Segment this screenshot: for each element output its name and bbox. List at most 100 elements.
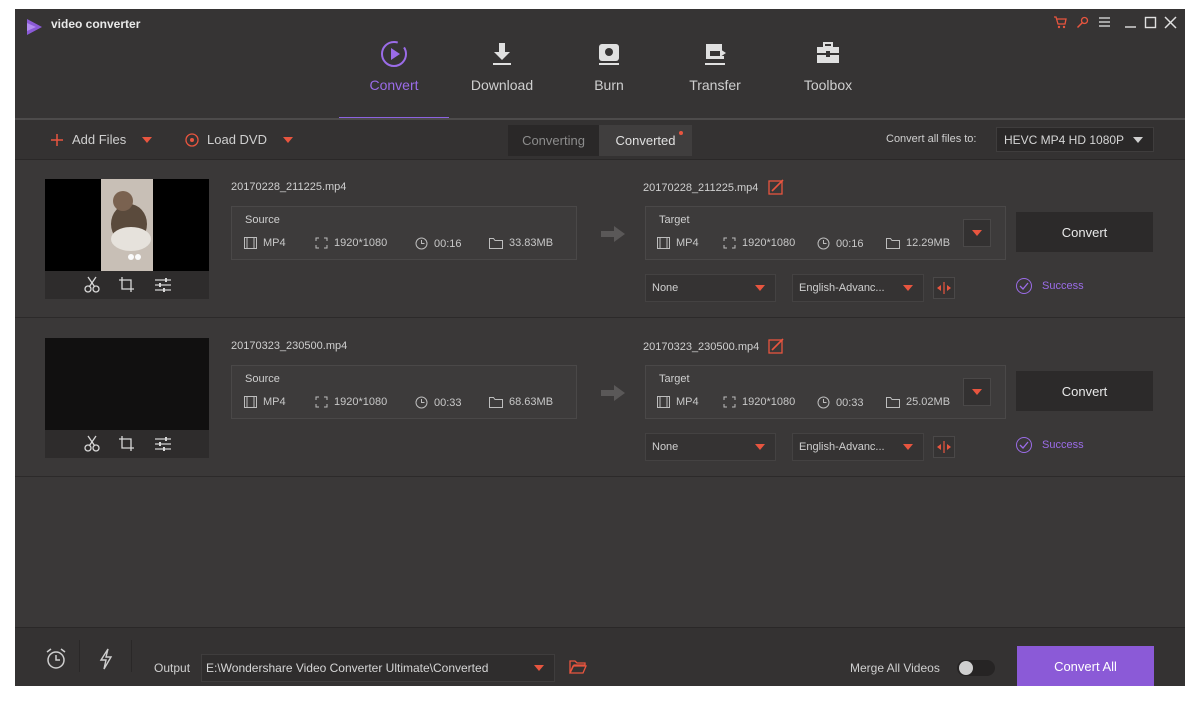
target-title: Target — [659, 373, 690, 385]
source-resolution-value: 1920*1080 — [334, 237, 388, 249]
target-filename: 20170323_230500.mp4 — [643, 341, 760, 353]
video-thumbnail[interactable] — [45, 338, 209, 458]
chevron-down-icon — [755, 444, 765, 450]
clock-icon — [415, 396, 428, 409]
arrow-right-icon — [601, 385, 625, 401]
app-logo-icon — [27, 19, 42, 35]
nav-label: Toolbox — [803, 77, 853, 93]
target-size: 12.29MB — [886, 237, 950, 249]
target-format-dropdown[interactable] — [963, 219, 991, 247]
crop-icon[interactable] — [118, 435, 136, 453]
merge-toggle[interactable] — [957, 660, 995, 676]
video-thumbnail[interactable] — [45, 179, 209, 299]
folder-icon — [489, 397, 503, 408]
audio-track-select[interactable]: English-Advanc... — [792, 274, 924, 302]
chevron-down-icon[interactable] — [142, 136, 153, 143]
nav-label: Convert — [369, 77, 419, 93]
edit-icon[interactable] — [768, 338, 784, 354]
top-bar: video converter Convert Download Burn Tr… — [15, 9, 1185, 120]
target-format-dropdown[interactable] — [963, 378, 991, 406]
check-circle-icon — [1016, 278, 1032, 294]
target-size: 25.02MB — [886, 396, 950, 408]
subtitle-select[interactable]: None — [645, 274, 776, 302]
edit-icon[interactable] — [768, 179, 784, 195]
menu-icon[interactable] — [1095, 13, 1113, 31]
clock-icon — [415, 237, 428, 250]
output-format-value: HEVC MP4 HD 1080P — [1004, 132, 1125, 147]
output-format-select[interactable]: HEVC MP4 HD 1080P — [996, 127, 1154, 152]
source-title: Source — [245, 373, 280, 385]
scissors-icon[interactable] — [83, 435, 101, 453]
target-info-box: Target MP4 1920*1080 00:33 25.02MB — [645, 365, 1006, 419]
convert-icon — [381, 41, 407, 67]
crop-icon[interactable] — [118, 276, 136, 294]
subtitle-value: None — [652, 441, 679, 453]
add-subtitle-button[interactable] — [933, 277, 955, 299]
nav-transfer[interactable]: Transfer — [660, 37, 770, 119]
key-icon[interactable] — [1073, 13, 1091, 31]
tab-converted-label: Converted — [615, 133, 676, 148]
file-row: 20170228_211225.mp4 Source MP4 1920*1080… — [15, 160, 1185, 318]
convert-button[interactable]: Convert — [1016, 212, 1153, 252]
film-icon — [244, 396, 257, 408]
status-success: Success — [1016, 437, 1084, 453]
convert-all-button[interactable]: Convert All — [1017, 646, 1154, 686]
chevron-down-icon[interactable] — [282, 136, 293, 143]
target-size-value: 12.29MB — [906, 237, 951, 249]
toolbar: Add Files Load DVD Converting Converted … — [15, 120, 1185, 160]
add-subtitle-button[interactable] — [933, 436, 955, 458]
nav-label: Burn — [594, 77, 624, 93]
nav-label: Transfer — [689, 77, 741, 93]
adjust-icon[interactable] — [154, 276, 172, 294]
scissors-icon[interactable] — [83, 276, 101, 294]
source-duration-value: 00:16 — [434, 237, 462, 250]
source-format: MP4 — [244, 396, 286, 408]
film-icon — [657, 237, 670, 249]
source-size-value: 68.63MB — [509, 396, 554, 408]
resolution-icon — [315, 396, 328, 408]
divider — [79, 640, 80, 672]
folder-icon — [886, 397, 900, 408]
nav-download[interactable]: Download — [447, 37, 557, 119]
nav-burn[interactable]: Burn — [554, 37, 664, 119]
adjust-icon[interactable] — [154, 435, 172, 453]
convert-all-files-label: Convert all files to: — [886, 133, 977, 145]
check-circle-icon — [1016, 437, 1032, 453]
maximize-icon[interactable] — [1141, 13, 1159, 31]
thumbnail-toolbar — [45, 271, 209, 299]
target-duration: 00:33 — [817, 396, 864, 409]
alarm-clock-icon[interactable] — [45, 648, 67, 670]
target-resolution: 1920*1080 — [723, 396, 795, 408]
nav-toolbox[interactable]: Toolbox — [773, 37, 883, 119]
add-files-button[interactable]: Add Files — [51, 132, 153, 147]
minimize-icon[interactable] — [1121, 13, 1139, 31]
status-text: Success — [1042, 280, 1084, 292]
output-path-select[interactable]: E:\Wondershare Video Converter Ultimate\… — [201, 654, 555, 682]
source-duration: 00:16 — [415, 237, 462, 250]
chevron-down-icon — [972, 230, 982, 236]
cart-icon[interactable] — [1051, 13, 1069, 31]
tab-converted[interactable]: Converted — [599, 125, 692, 156]
nav-convert[interactable]: Convert — [339, 37, 449, 119]
lightning-icon[interactable] — [99, 648, 113, 670]
toolbox-icon — [817, 42, 839, 63]
audio-track-value: English-Advanc... — [799, 282, 885, 294]
open-folder-icon[interactable] — [569, 660, 587, 674]
convert-button[interactable]: Convert — [1016, 371, 1153, 411]
target-resolution-value: 1920*1080 — [742, 396, 796, 408]
source-resolution-value: 1920*1080 — [334, 396, 388, 408]
tab-converting[interactable]: Converting — [508, 125, 599, 156]
target-info-box: Target MP4 1920*1080 00:16 12.29MB — [645, 206, 1006, 260]
audio-track-select[interactable]: English-Advanc... — [792, 433, 924, 461]
source-info-box: Source MP4 1920*1080 00:16 33.83MB — [231, 206, 577, 260]
subtitle-select[interactable]: None — [645, 433, 776, 461]
source-filename: 20170228_211225.mp4 — [231, 181, 347, 193]
arrow-right-icon — [601, 226, 625, 242]
clock-icon — [817, 237, 830, 250]
clock-icon — [817, 396, 830, 409]
subtitle-value: None — [652, 282, 679, 294]
load-dvd-button[interactable]: Load DVD — [185, 132, 293, 147]
output-path-value: E:\Wondershare Video Converter Ultimate\… — [206, 661, 489, 675]
source-size: 68.63MB — [489, 396, 553, 408]
close-icon[interactable] — [1161, 13, 1179, 31]
